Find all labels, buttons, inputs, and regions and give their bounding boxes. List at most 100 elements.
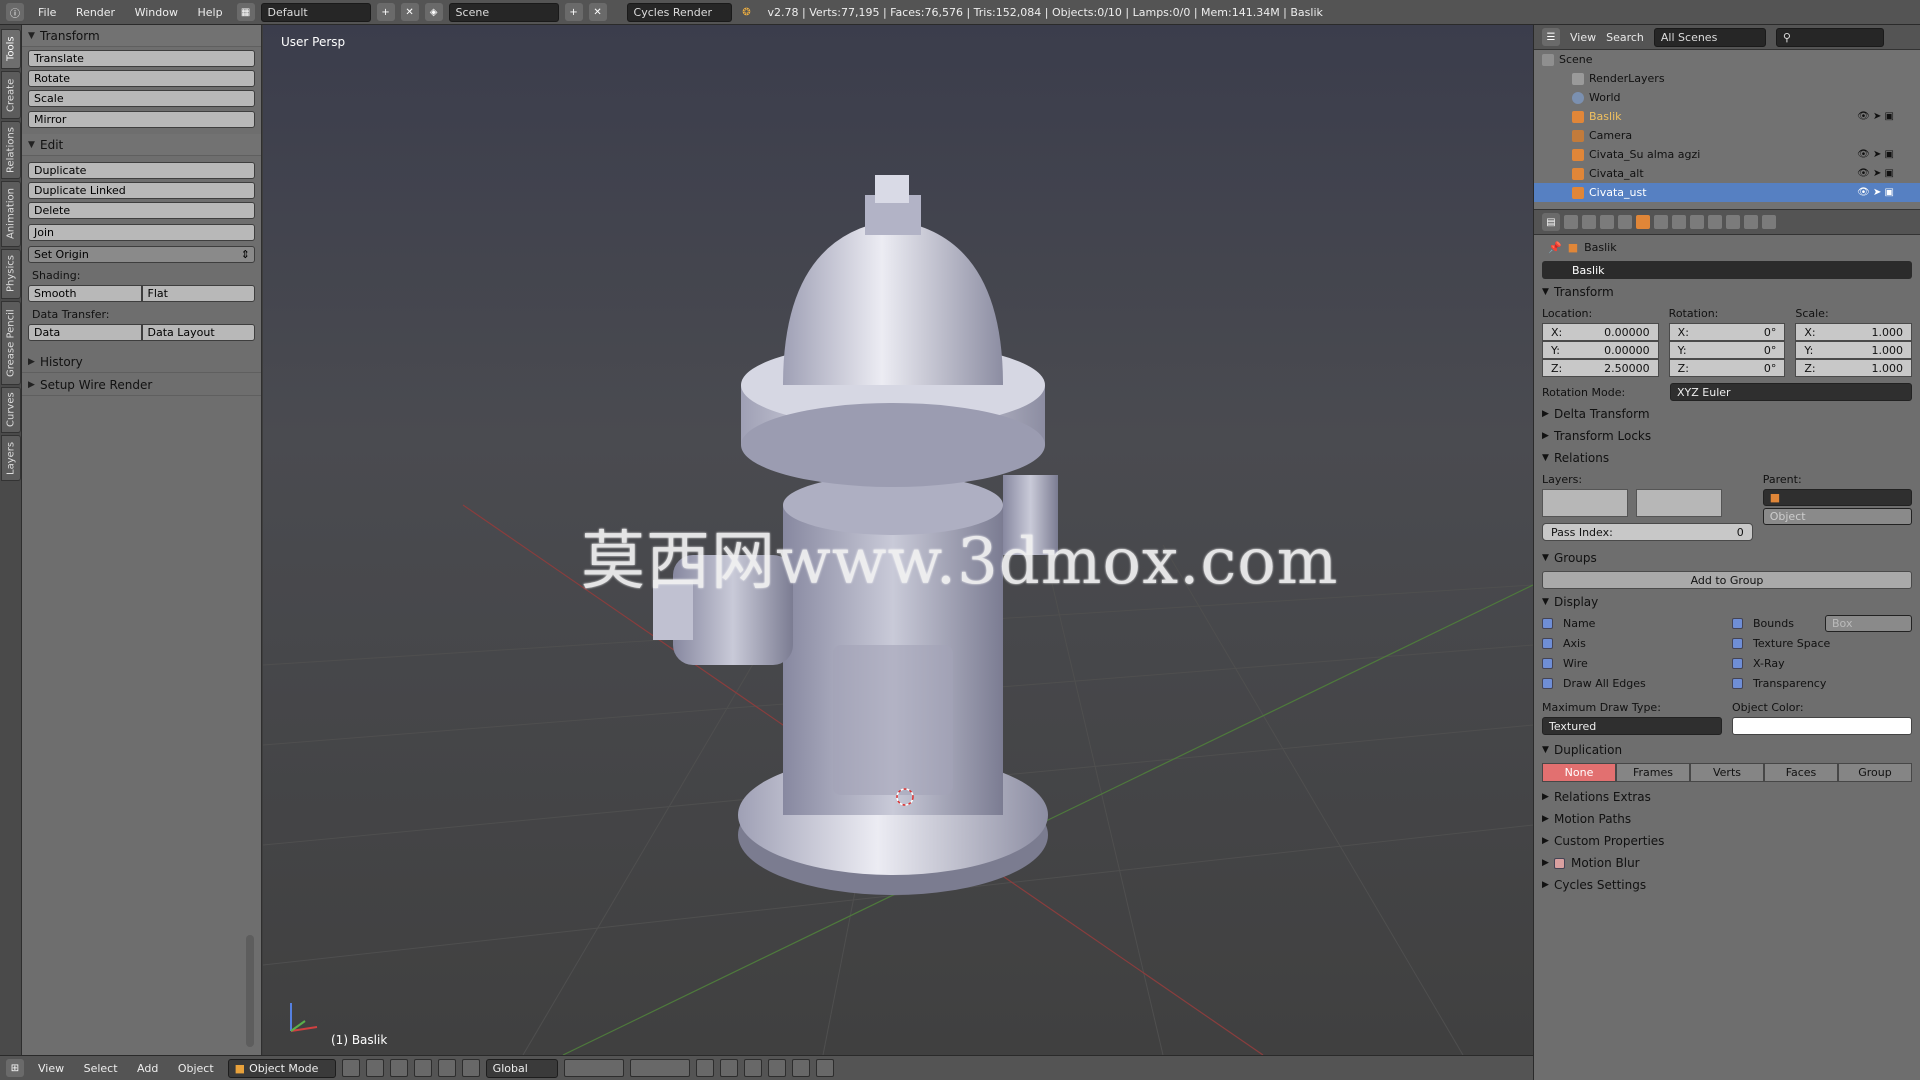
visibility-eye-icon[interactable]: 👁 ➤ ▣: [1857, 149, 1894, 160]
outliner-row-civata-su-alma-agzi[interactable]: Civata_Su alma agzi 👁 ➤ ▣: [1534, 145, 1920, 164]
dup-group-button[interactable]: Group: [1838, 763, 1912, 782]
menu-render[interactable]: Render: [76, 6, 115, 19]
transform-panel-header[interactable]: ▼ Transform: [22, 25, 261, 47]
menu-help[interactable]: Help: [197, 6, 222, 19]
tab-layers[interactable]: Layers: [1, 435, 21, 481]
opengl-render-icon[interactable]: [791, 1059, 810, 1077]
add-scene-icon[interactable]: +: [564, 3, 583, 21]
dup-verts-button[interactable]: Verts: [1690, 763, 1764, 782]
delete-button[interactable]: Delete: [28, 202, 255, 219]
screen-layout-icon[interactable]: ▦: [236, 3, 255, 21]
outliner-row-renderlayers[interactable]: RenderLayers: [1534, 69, 1920, 88]
transparency-checkbox[interactable]: Transparency: [1732, 673, 1912, 693]
menu-object[interactable]: Object: [178, 1062, 214, 1075]
rotation-z-field[interactable]: Z: 0°: [1668, 359, 1786, 377]
dup-frames-button[interactable]: Frames: [1616, 763, 1690, 782]
visibility-eye-icon[interactable]: 👁 ➤ ▣: [1857, 111, 1894, 122]
set-origin-dropdown[interactable]: Set Origin ⇕: [28, 246, 255, 263]
rotate-manipulator-icon[interactable]: [437, 1059, 456, 1077]
add-layout-icon[interactable]: +: [376, 3, 395, 21]
tab-grease-pencil[interactable]: Grease Pencil: [1, 301, 21, 385]
rotation-y-field[interactable]: Y: 0°: [1668, 341, 1786, 359]
rotation-x-field[interactable]: X: 0°: [1668, 323, 1786, 341]
menu-add[interactable]: Add: [137, 1062, 158, 1075]
menu-file[interactable]: File: [38, 6, 56, 19]
object-layers-grid[interactable]: [1542, 489, 1753, 517]
render-tab-icon[interactable]: [1564, 215, 1578, 229]
object-name-field[interactable]: Baslik: [1542, 261, 1912, 279]
viewport-shading-icon[interactable]: [341, 1059, 360, 1077]
relations-extras-header[interactable]: ▶ Relations Extras: [1534, 786, 1920, 808]
mode-selector[interactable]: ■ Object Mode: [227, 1058, 336, 1078]
rotation-mode-dropdown[interactable]: XYZ Euler: [1670, 383, 1912, 401]
x-ray-checkbox[interactable]: X-Ray: [1732, 653, 1912, 673]
outliner-row-civata-alt[interactable]: Civata_alt 👁 ➤ ▣: [1534, 164, 1920, 183]
constraints-tab-icon[interactable]: [1654, 215, 1668, 229]
transform-locks-header[interactable]: ▶ Transform Locks: [1534, 425, 1920, 447]
outliner-row-baslik[interactable]: Baslik 👁 ➤ ▣: [1534, 107, 1920, 126]
texture-space-checkbox[interactable]: Texture Space: [1732, 633, 1912, 653]
scale-button[interactable]: Scale: [28, 90, 255, 107]
scene-tab-icon[interactable]: [1600, 215, 1614, 229]
tab-relations[interactable]: Relations: [1, 121, 21, 179]
render-layers-tab-icon[interactable]: [1582, 215, 1596, 229]
particles-tab-icon[interactable]: [1744, 215, 1758, 229]
max-draw-dropdown[interactable]: Textured: [1542, 717, 1722, 735]
material-tab-icon[interactable]: [1708, 215, 1722, 229]
display-mode-selector[interactable]: All Scenes: [1653, 27, 1766, 47]
object-color-swatch[interactable]: [1732, 717, 1912, 735]
menu-select[interactable]: Select: [84, 1062, 118, 1075]
history-panel-header[interactable]: ▶ History: [22, 351, 261, 373]
motion-paths-header[interactable]: ▶ Motion Paths: [1534, 808, 1920, 830]
visibility-eye-icon[interactable]: 👁 ➤ ▣: [1857, 168, 1894, 179]
tab-curves[interactable]: Curves: [1, 387, 21, 433]
data-button[interactable]: Data: [28, 324, 142, 341]
motion-blur-header[interactable]: ▶ Motion Blur: [1534, 852, 1920, 874]
remove-layout-icon[interactable]: ✕: [400, 3, 419, 21]
dup-none-button[interactable]: None: [1542, 763, 1616, 782]
outliner-menu-view[interactable]: View: [1570, 31, 1596, 44]
tab-animation[interactable]: Animation: [1, 181, 21, 247]
parent-type-dropdown[interactable]: Object: [1762, 508, 1912, 525]
layout-selector[interactable]: Default: [260, 2, 371, 22]
3d-viewport[interactable]: User Persp 莫西网www.3dmox.com (1) Baslik: [263, 25, 1533, 1055]
custom-properties-header[interactable]: ▶ Custom Properties: [1534, 830, 1920, 852]
duplicate-linked-button[interactable]: Duplicate Linked: [28, 182, 255, 199]
motion-blur-checkbox[interactable]: [1554, 857, 1565, 869]
rotate-button[interactable]: Rotate: [28, 70, 255, 87]
remove-scene-icon[interactable]: ✕: [588, 3, 607, 21]
draw-all-edges-checkbox[interactable]: Draw All Edges: [1542, 673, 1722, 693]
display-wire-checkbox[interactable]: Wire: [1542, 653, 1722, 673]
pivot-point-icon[interactable]: [365, 1059, 384, 1077]
tab-physics[interactable]: Physics: [1, 249, 21, 299]
duplicate-button[interactable]: Duplicate: [28, 162, 255, 179]
display-name-checkbox[interactable]: Name: [1542, 613, 1722, 633]
editor-type-icon[interactable]: ⊞: [6, 1059, 24, 1077]
outliner-row-world[interactable]: World: [1534, 88, 1920, 107]
relations-header[interactable]: ▼ Relations: [1534, 447, 1920, 469]
smooth-button[interactable]: Smooth: [28, 285, 142, 302]
bounds-type-dropdown[interactable]: Box: [1825, 614, 1912, 632]
add-to-group-button[interactable]: Add to Group: [1542, 571, 1912, 589]
texture-tab-icon[interactable]: [1726, 215, 1740, 229]
properties-editor-icon[interactable]: ▤: [1542, 213, 1560, 231]
lock-layers-icon[interactable]: [695, 1059, 714, 1077]
manipulator-toggle-icon[interactable]: [389, 1059, 408, 1077]
data-tab-icon[interactable]: [1690, 215, 1704, 229]
join-button[interactable]: Join: [28, 224, 255, 241]
display-axis-checkbox[interactable]: Axis: [1542, 633, 1722, 653]
scene-selector[interactable]: Scene: [448, 2, 559, 22]
location-z-field[interactable]: Z: 2.50000: [1542, 359, 1659, 377]
3d-cursor-icon[interactable]: [893, 785, 917, 809]
edit-panel-header[interactable]: ▼ Edit: [22, 134, 261, 156]
mirror-button[interactable]: Mirror: [28, 111, 255, 128]
pass-index-field[interactable]: Pass Index: 0: [1542, 523, 1753, 541]
scale-manipulator-icon[interactable]: [461, 1059, 480, 1077]
snap-element-icon[interactable]: [767, 1059, 786, 1077]
outliner-row-civata-ust[interactable]: Civata_ust 👁 ➤ ▣: [1534, 183, 1920, 202]
tab-create[interactable]: Create: [1, 71, 21, 119]
flat-button[interactable]: Flat: [141, 285, 255, 302]
translate-manipulator-icon[interactable]: [413, 1059, 432, 1077]
scale-y-field[interactable]: Y: 1.000: [1795, 341, 1913, 359]
info-editor-icon[interactable]: ⓘ: [6, 3, 24, 21]
